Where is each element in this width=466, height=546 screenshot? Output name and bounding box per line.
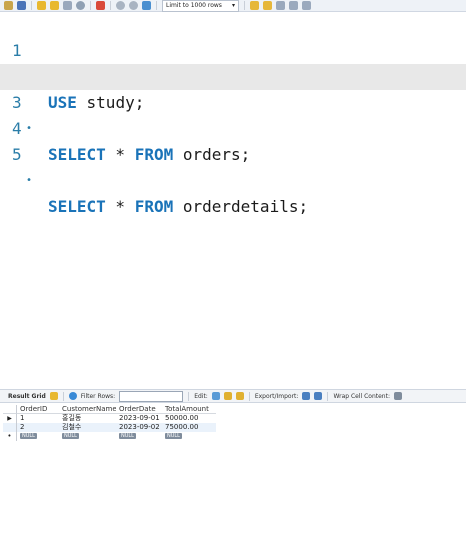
- table-cell[interactable]: 김철수: [59, 423, 116, 432]
- new-row-marker-icon: •: [3, 432, 17, 441]
- find-icon[interactable]: [262, 1, 272, 10]
- filter-rows-label: Filter Rows:: [80, 392, 116, 400]
- fold-marker-icon: •: [26, 175, 33, 186]
- toolbar-separator: [110, 1, 111, 10]
- export-import-label: Export/Import:: [254, 392, 299, 400]
- column-header[interactable]: OrderID: [17, 405, 59, 414]
- delete-row-icon[interactable]: [235, 392, 244, 400]
- limit-rows-select[interactable]: Limit to 1000 rows ▾: [162, 0, 239, 12]
- column-header[interactable]: OrderDate: [116, 405, 162, 414]
- toolbar-separator: [243, 1, 245, 10]
- editor-line[interactable]: 4: [0, 90, 466, 138]
- toolbar-separator: [327, 391, 329, 401]
- editor-line-current[interactable]: 3 • SELECT * FROM orders;: [0, 64, 466, 164]
- result-grid-toolbar: Result Grid Filter Rows: Edit: Export/Im…: [0, 389, 466, 403]
- rollback-icon[interactable]: [129, 1, 138, 10]
- sql-editor-toolbar: Limit to 1000 rows ▾: [0, 0, 466, 12]
- editor-line[interactable]: 2: [0, 38, 466, 86]
- import-icon[interactable]: [314, 392, 323, 400]
- sql-keyword: SELECT: [48, 197, 106, 216]
- sql-keyword: FROM: [134, 197, 174, 216]
- invisible-icon[interactable]: [288, 1, 298, 10]
- table-cell[interactable]: NULL: [17, 432, 59, 441]
- line-number: 5: [12, 145, 22, 164]
- toolbar-separator: [90, 1, 91, 10]
- table-cell[interactable]: 홍길동: [59, 414, 116, 423]
- table-row[interactable]: ▶ 1 홍길동 2023-09-01 50000.00: [3, 414, 243, 423]
- wrap-cell-content-label: Wrap Cell Content:: [333, 392, 390, 400]
- grid-view-icon[interactable]: [49, 392, 58, 400]
- table-cell[interactable]: 75000.00: [162, 423, 216, 432]
- table-cell[interactable]: 2023-09-01: [116, 414, 162, 423]
- toolbar-separator: [248, 391, 250, 401]
- column-header[interactable]: CustomerName: [59, 405, 116, 414]
- toolbar-separator: [31, 1, 32, 10]
- sql-keyword: FROM: [134, 145, 174, 164]
- table-cell[interactable]: 50000.00: [162, 414, 216, 423]
- magnifier-icon[interactable]: [63, 1, 72, 10]
- add-row-icon[interactable]: [223, 392, 232, 400]
- current-row-arrow-icon: ▶: [3, 414, 17, 423]
- chevron-down-icon: ▾: [231, 1, 235, 9]
- grid-header-row: OrderID CustomerName OrderDate TotalAmou…: [3, 405, 243, 414]
- table-cell[interactable]: NULL: [116, 432, 162, 441]
- search-icon[interactable]: [275, 1, 285, 10]
- sql-text: *: [105, 145, 135, 164]
- wrap-cell-icon[interactable]: [393, 392, 402, 400]
- null-badge: NULL: [165, 433, 182, 439]
- commit-icon[interactable]: [116, 1, 125, 10]
- sql-editor[interactable]: 1 • USE study; 2 3 • SELECT * FROM order…: [0, 12, 466, 382]
- table-cell[interactable]: NULL: [162, 432, 216, 441]
- refresh-icon[interactable]: [68, 392, 77, 400]
- toggle-icon[interactable]: [142, 1, 151, 10]
- code-text: SELECT * FROM orders;: [48, 142, 250, 168]
- null-badge: NULL: [62, 433, 79, 439]
- toolbar-separator: [156, 1, 157, 10]
- filter-rows-input[interactable]: [119, 390, 184, 402]
- table-cell[interactable]: 2: [17, 423, 59, 432]
- stop-icon[interactable]: [76, 1, 85, 10]
- folder-icon[interactable]: [4, 1, 13, 10]
- table-cell[interactable]: 1: [17, 414, 59, 423]
- lightning-icon[interactable]: [37, 1, 46, 10]
- checkbox-icon[interactable]: [96, 1, 105, 10]
- new-row[interactable]: • NULL NULL NULL NULL: [3, 432, 243, 441]
- sql-text: orders;: [173, 145, 251, 164]
- table-row[interactable]: 2 김철수 2023-09-02 75000.00: [3, 423, 243, 432]
- toolbar-separator: [62, 391, 64, 401]
- export-icon[interactable]: [302, 392, 311, 400]
- sql-text: *: [105, 197, 135, 216]
- sql-text: orderdetails;: [173, 197, 309, 216]
- result-grid[interactable]: OrderID CustomerName OrderDate TotalAmou…: [3, 405, 243, 441]
- editor-line[interactable]: 1 • USE study;: [0, 12, 466, 112]
- wrap-icon[interactable]: [301, 1, 311, 10]
- lightning-cursor-icon[interactable]: [50, 1, 59, 10]
- code-text: SELECT * FROM orderdetails;: [48, 194, 308, 220]
- edit-row-icon[interactable]: [211, 392, 220, 400]
- row-indicator: [3, 423, 17, 432]
- edit-label: Edit:: [194, 392, 208, 400]
- toolbar-separator: [188, 391, 190, 401]
- save-icon[interactable]: [17, 1, 26, 10]
- column-header[interactable]: TotalAmount: [162, 405, 216, 414]
- row-indicator-header: [3, 405, 17, 414]
- limit-rows-label: Limit to 1000 rows: [166, 1, 222, 9]
- table-cell[interactable]: NULL: [59, 432, 116, 441]
- sql-keyword: SELECT: [48, 145, 106, 164]
- result-grid-tab[interactable]: Result Grid: [8, 393, 46, 400]
- null-badge: NULL: [119, 433, 136, 439]
- beautify-icon[interactable]: [249, 1, 259, 10]
- editor-line[interactable]: 5 • SELECT * FROM orderdetails;: [0, 116, 466, 216]
- null-badge: NULL: [20, 433, 37, 439]
- table-cell[interactable]: 2023-09-02: [116, 423, 162, 432]
